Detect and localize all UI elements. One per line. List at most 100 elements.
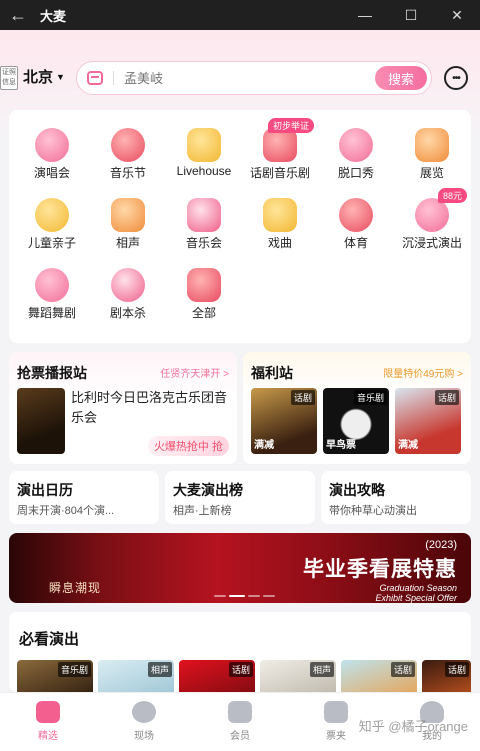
genre-badge: 话剧: [444, 662, 469, 677]
city-selector[interactable]: 北京 ▼: [23, 66, 65, 87]
genre-badge: 音乐剧: [57, 662, 91, 677]
watermark-text: 知乎 @橘子orange: [358, 719, 468, 734]
category-dance[interactable]: 舞蹈舞剧: [14, 268, 90, 326]
mask-icon: [263, 128, 297, 162]
ball-icon: [339, 198, 373, 232]
category-crosstalk[interactable]: 相声: [90, 198, 166, 256]
ticket-icon: [324, 701, 348, 723]
genre-badge: 话剧: [434, 390, 459, 405]
chat-bubble-icon[interactable]: •••: [444, 66, 468, 90]
tab-member[interactable]: 会员: [192, 693, 288, 751]
search-bar[interactable]: 搜索: [76, 61, 432, 95]
category-label: 展览: [419, 166, 444, 180]
live-icon: [132, 701, 156, 723]
event-poster[interactable]: 音乐剧 早鸟票: [323, 388, 389, 454]
category-drama[interactable]: 话剧音乐剧 初步举证: [242, 118, 318, 186]
piano-icon: [187, 198, 221, 232]
event-title[interactable]: 比利时今日巴洛克古乐团音乐会: [71, 388, 231, 428]
event-poster[interactable]: [17, 388, 65, 454]
category-label: 体育: [343, 236, 368, 250]
opera-fan-icon: [263, 198, 297, 232]
category-label: 音乐会: [185, 236, 222, 250]
welfare-card[interactable]: 福利站 限量特价49元购 > 话剧 满减 音乐剧 早鸟票 话剧 满减: [243, 352, 471, 464]
close-button[interactable]: ✕: [434, 0, 480, 30]
card-title: 抢票播报站: [17, 365, 87, 381]
card-subtitle[interactable]: 限量特价49元购 >: [383, 365, 463, 380]
tab-label: 现场: [134, 731, 154, 742]
category-label: 剧本杀: [109, 306, 146, 320]
poster-note: 满减: [398, 440, 418, 451]
genre-badge: 音乐剧: [353, 390, 387, 405]
category-tag: 88元: [438, 188, 468, 203]
hot-badge: 火爆热抢中 抢: [147, 436, 229, 456]
poster-note: 早鸟票: [326, 440, 356, 451]
tab-live[interactable]: 现场: [96, 693, 192, 751]
category-livehouse[interactable]: Livehouse: [166, 128, 242, 186]
must-see-section: 必看演出 音乐剧 相声 话剧 相声 话剧 话剧: [9, 612, 471, 700]
promo-banner[interactable]: 瞬息潮现 (2023) 毕业季看展特惠 Graduation Season Exh…: [9, 533, 471, 603]
violin-icon: [187, 128, 221, 162]
fan-icon: [111, 198, 145, 232]
card-title: 演出日历: [17, 482, 73, 498]
vr-icon: [415, 198, 449, 232]
category-all[interactable]: 全部: [166, 268, 242, 326]
category-music-festival[interactable]: 音乐节: [90, 128, 166, 186]
event-poster[interactable]: 话剧 满减: [395, 388, 461, 454]
category-label: 儿童亲子: [27, 236, 76, 250]
duck-icon: [35, 198, 69, 232]
home-icon: [36, 701, 60, 723]
category-tag: 初步举证: [268, 118, 315, 133]
ticket-broadcast-card[interactable]: 抢票播报站 任贤齐天津开 > 比利时今日巴洛克古乐团音乐会 火爆热抢中 抢: [9, 352, 237, 464]
calendar-card[interactable]: 演出日历 周末开演·804个演...: [9, 471, 159, 524]
category-exhibition[interactable]: 展览: [394, 128, 470, 186]
caret-down-icon: ▼: [56, 71, 65, 82]
city-label: 北京: [23, 69, 54, 86]
maximize-button[interactable]: ☐: [388, 0, 434, 30]
card-title: 福利站: [251, 365, 293, 381]
search-input[interactable]: [124, 70, 375, 86]
category-label: 相声: [115, 236, 140, 250]
poster-note: 满减: [254, 440, 274, 451]
category-classical[interactable]: 音乐会: [166, 198, 242, 256]
category-opera[interactable]: 戏曲: [242, 198, 318, 256]
category-immersive[interactable]: 沉浸式演出 88元: [394, 188, 470, 256]
event-poster[interactable]: 话剧 满减: [251, 388, 317, 454]
dancer-icon: [35, 268, 69, 302]
category-sports[interactable]: 体育: [318, 198, 394, 256]
category-grid: 演唱会 音乐节 Livehouse 话剧音乐剧 初步举证 脱口秀 展览 儿童亲子 …: [9, 110, 471, 343]
divider: [113, 71, 114, 85]
carousel-indicator: [214, 595, 275, 597]
back-arrow-icon[interactable]: ←: [0, 0, 36, 30]
header: 证照信息 北京 ▼ 搜索 •••: [0, 58, 480, 98]
category-label: 音乐节: [109, 166, 146, 180]
card-desc: 周末开演·804个演...: [17, 505, 115, 517]
guitar-icon: [111, 128, 145, 162]
tab-home[interactable]: 精选: [0, 693, 96, 751]
category-talkshow[interactable]: 脱口秀: [318, 128, 394, 186]
card-subtitle[interactable]: 任贤齐天津开 >: [160, 365, 229, 380]
category-label: 脱口秀: [337, 166, 374, 180]
category-label: 舞蹈舞剧: [27, 306, 76, 320]
ranking-card[interactable]: 大麦演出榜 相声·上新榜: [165, 471, 315, 524]
card-title: 演出攻略: [329, 482, 385, 498]
banner-left-text: 瞬息潮现: [49, 581, 102, 595]
window-titlebar: ← 大麦 — ☐ ✕: [0, 0, 480, 30]
category-kids[interactable]: 儿童亲子: [14, 198, 90, 256]
genre-badge: 相声: [147, 662, 172, 677]
mystery-icon: [111, 268, 145, 302]
banner-year: (2023): [425, 539, 457, 551]
card-desc: 相声·上新榜: [173, 505, 232, 517]
search-button[interactable]: 搜索: [375, 66, 427, 90]
minimize-button[interactable]: —: [342, 0, 388, 30]
member-icon: [228, 701, 252, 723]
category-label: 全部: [191, 306, 216, 320]
guide-card[interactable]: 演出攻略 带你种草心动演出: [321, 471, 471, 524]
license-info-icon[interactable]: 证照信息: [0, 66, 18, 90]
frame-icon: [415, 128, 449, 162]
mic-icon: [35, 128, 69, 162]
card-title: 大麦演出榜: [173, 482, 243, 498]
tab-label: 精选: [38, 731, 58, 742]
category-murder-mystery[interactable]: 剧本杀: [90, 268, 166, 326]
window-title: 大麦: [40, 8, 67, 24]
category-concert[interactable]: 演唱会: [14, 128, 90, 186]
